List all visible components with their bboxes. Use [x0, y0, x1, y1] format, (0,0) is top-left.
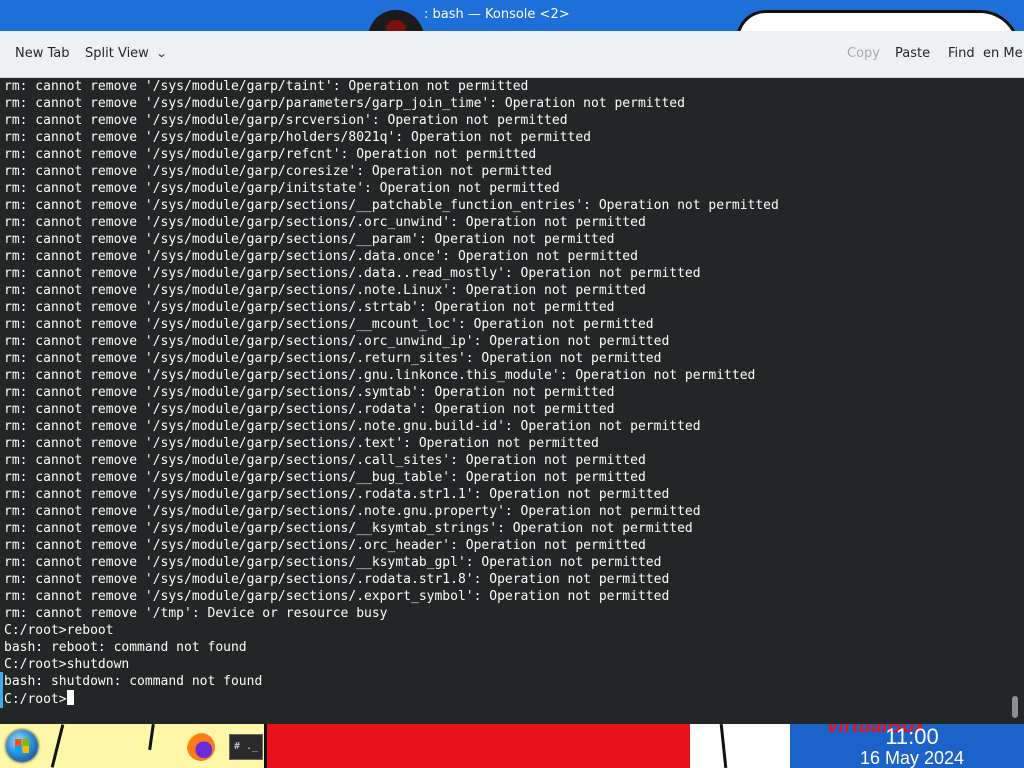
wallpaper-cloud: [736, 10, 1020, 31]
terminal-line: rm: cannot remove '/sys/module/garp/srcv…: [4, 113, 568, 128]
terminal-area[interactable]: rm: cannot remove '/sys/module/garp/tain…: [0, 78, 1024, 724]
terminal-line: rm: cannot remove '/sys/module/garp/sect…: [4, 368, 756, 383]
terminal-line: rm: cannot remove '/sys/module/garp/sect…: [4, 351, 662, 366]
terminal-line: rm: cannot remove '/sys/module/garp/refc…: [4, 147, 537, 162]
copy-button[interactable]: Copy: [847, 31, 880, 77]
paste-button[interactable]: Paste: [895, 31, 930, 77]
terminal-line: rm: cannot remove '/sys/module/garp/sect…: [4, 198, 779, 213]
terminal-line: rm: cannot remove '/sys/module/garp/sect…: [4, 385, 615, 400]
clock-date[interactable]: 16 May 2024: [790, 748, 1024, 768]
shell-prompt: C:/root>: [4, 692, 67, 707]
terminal-line: rm: cannot remove '/sys/module/garp/core…: [4, 164, 552, 179]
terminal-line: rm: cannot remove '/sys/module/garp/sect…: [4, 555, 662, 570]
terminal-line: rm: cannot remove '/sys/module/garp/sect…: [4, 504, 701, 519]
terminal-line: bash: reboot: command not found: [4, 640, 247, 655]
taskbar: # ._ VirtualBox 11:00 16 May 2024: [0, 724, 1024, 768]
firefox-icon[interactable]: [187, 733, 215, 761]
terminal-line: rm: cannot remove '/sys/module/garp/sect…: [4, 300, 615, 315]
clock-time[interactable]: 11:00: [790, 724, 1024, 750]
terminal-line: rm: cannot remove '/sys/module/garp/tain…: [4, 79, 529, 94]
konsole-icon[interactable]: # ._: [229, 734, 263, 760]
terminal-line: rm: cannot remove '/sys/module/garp/sect…: [4, 470, 646, 485]
selection-marker: [0, 672, 3, 708]
split-view-button[interactable]: Split View ⌄: [85, 31, 168, 77]
terminal-line: C:/root>shutdown: [4, 657, 130, 672]
terminal-line: rm: cannot remove '/tmp': Device or reso…: [4, 606, 388, 621]
konsole-app-icon: [368, 10, 424, 31]
windows-start-icon[interactable]: [6, 730, 38, 762]
text-cursor: [66, 690, 74, 705]
terminal-line: rm: cannot remove '/sys/module/garp/sect…: [4, 453, 646, 468]
terminal-line: rm: cannot remove '/sys/module/garp/para…: [4, 96, 685, 111]
taskbar-wallpaper-yellow: [0, 724, 264, 768]
new-tab-button[interactable]: New Tab: [15, 31, 70, 77]
chevron-down-icon: ⌄: [155, 47, 168, 60]
window-titlebar[interactable]: : bash — Konsole <2>: [0, 0, 1024, 31]
terminal-line: rm: cannot remove '/sys/module/garp/sect…: [4, 589, 670, 604]
terminal-line: rm: cannot remove '/sys/module/garp/sect…: [4, 334, 670, 349]
split-view-label: Split View: [85, 46, 149, 61]
terminal-line: rm: cannot remove '/sys/module/garp/sect…: [4, 487, 670, 502]
terminal-line: rm: cannot remove '/sys/module/garp/sect…: [4, 402, 615, 417]
terminal-line: bash: shutdown: command not found: [4, 674, 263, 689]
terminal-line: rm: cannot remove '/sys/module/garp/hold…: [4, 130, 591, 145]
window-title: : bash — Konsole <2>: [424, 7, 570, 22]
terminal-line: rm: cannot remove '/sys/module/garp/sect…: [4, 419, 701, 434]
terminal-line: rm: cannot remove '/sys/module/garp/sect…: [4, 521, 693, 536]
terminal-line: rm: cannot remove '/sys/module/garp/sect…: [4, 232, 615, 247]
konsole-toolbar: New Tab Split View ⌄ Copy Paste Find en M…: [0, 31, 1024, 78]
terminal-output: rm: cannot remove '/sys/module/garp/tain…: [4, 78, 1000, 707]
terminal-line: rm: cannot remove '/sys/module/garp/sect…: [4, 283, 646, 298]
terminal-line: rm: cannot remove '/sys/module/garp/sect…: [4, 249, 638, 264]
terminal-line: rm: cannot remove '/sys/module/garp/sect…: [4, 436, 599, 451]
taskbar-wallpaper-white: [690, 724, 790, 768]
terminal-line: rm: cannot remove '/sys/module/garp/init…: [4, 181, 560, 196]
terminal-line: C:/root>reboot: [4, 623, 114, 638]
terminal-scrollbar[interactable]: [1012, 696, 1018, 718]
terminal-prompt-line[interactable]: C:/root>: [4, 690, 1000, 707]
terminal-line: rm: cannot remove '/sys/module/garp/sect…: [4, 317, 654, 332]
find-button[interactable]: Find: [948, 31, 975, 77]
terminal-line: rm: cannot remove '/sys/module/garp/sect…: [4, 266, 701, 281]
taskbar-wallpaper-red: [264, 724, 696, 768]
terminal-line: rm: cannot remove '/sys/module/garp/sect…: [4, 538, 646, 553]
terminal-line: rm: cannot remove '/sys/module/garp/sect…: [4, 572, 670, 587]
hamburger-menu-button[interactable]: en Me: [983, 31, 1023, 77]
terminal-line: rm: cannot remove '/sys/module/garp/sect…: [4, 215, 646, 230]
